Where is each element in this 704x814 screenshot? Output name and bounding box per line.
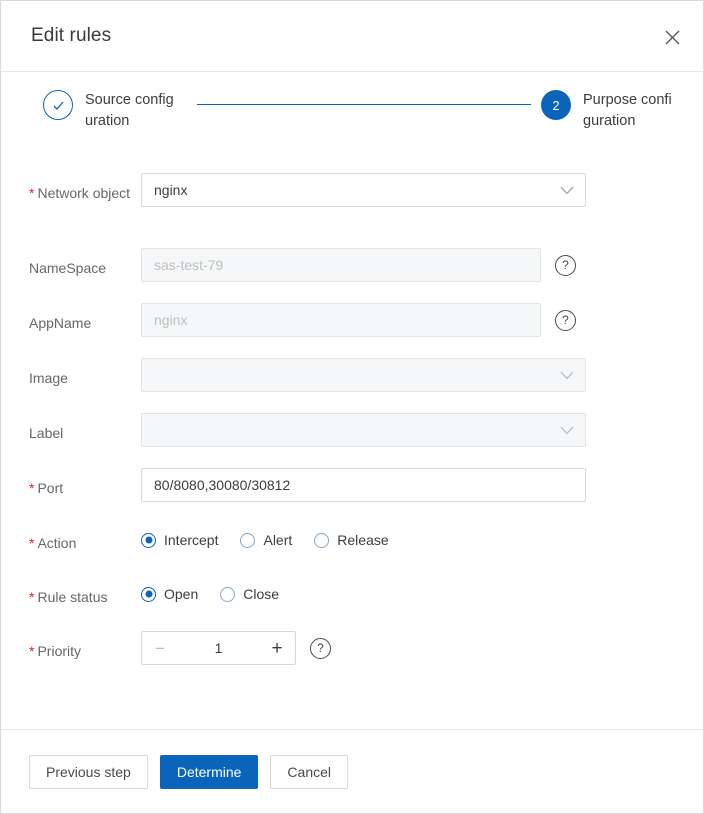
label-image: Image: [29, 370, 68, 386]
label-priority: * Priority: [29, 631, 141, 661]
action-radio-group: Intercept Alert Release: [141, 523, 389, 557]
field-priority: * Priority − 1 + ?: [29, 631, 675, 665]
step-purpose-label: Purpose configuration: [583, 92, 672, 129]
chevron-down-icon: [560, 367, 574, 383]
field-image: Image: [29, 358, 675, 392]
field-port: * Port 80/8080,30080/30812: [29, 468, 675, 502]
namespace-input[interactable]: sas-test-79: [141, 248, 541, 282]
help-icon-namespace[interactable]: ?: [555, 254, 576, 276]
radio-rule-status-close[interactable]: Close: [220, 586, 279, 602]
step-source-label: Source configuration: [85, 92, 174, 129]
label-priority-text: Priority: [37, 643, 82, 659]
radio-rule-status-close-label: Close: [243, 586, 280, 602]
dialog-footer: Previous step Determine Cancel: [1, 729, 703, 813]
purpose-configuration-form: * Network object nginx NameSpace sas-test…: [1, 167, 703, 729]
field-appname: AppName nginx ?: [29, 303, 675, 337]
field-action: * Action Intercept Alert Release: [29, 523, 675, 557]
port-input[interactable]: 80/8080,30080/30812: [141, 468, 586, 502]
radio-dot-icon: [314, 532, 330, 548]
radio-action-alert-label: Alert: [263, 532, 293, 548]
required-asterisk: *: [29, 185, 35, 201]
field-label: Label: [29, 413, 675, 447]
radio-action-release-label: Release: [337, 532, 389, 548]
label-action: * Action: [29, 523, 141, 553]
step-source-configuration[interactable]: Source configuration: [43, 90, 180, 132]
priority-decrement-button[interactable]: −: [142, 640, 178, 657]
label-select[interactable]: [141, 413, 586, 447]
priority-increment-button[interactable]: +: [259, 639, 295, 658]
radio-rule-status-open-label: Open: [164, 586, 199, 602]
port-value: 80/8080,30080/30812: [154, 477, 291, 493]
close-icon[interactable]: [659, 24, 685, 50]
help-icon-priority[interactable]: ?: [310, 637, 331, 659]
page-title: Edit rules: [31, 25, 112, 46]
help-icon-appname[interactable]: ?: [555, 309, 576, 331]
radio-action-release[interactable]: Release: [314, 532, 389, 548]
rule-status-radio-group: Open Close: [141, 577, 279, 611]
edit-rules-dialog: Edit rules Source configuration 2 Purpos…: [0, 0, 704, 814]
required-asterisk: *: [29, 480, 35, 496]
priority-value[interactable]: 1: [178, 640, 259, 656]
step-number-badge: 2: [541, 90, 571, 120]
radio-dot-icon: [220, 586, 236, 602]
dialog-header: Edit rules: [1, 1, 703, 72]
label-appname: AppName: [29, 315, 92, 331]
priority-stepper[interactable]: − 1 +: [141, 631, 296, 665]
radio-dot-icon: [141, 586, 156, 602]
field-namespace: NameSpace sas-test-79 ?: [29, 248, 675, 282]
chevron-down-icon: [560, 182, 574, 198]
chevron-down-icon: [560, 422, 574, 438]
radio-action-alert[interactable]: Alert: [240, 532, 292, 548]
required-asterisk: *: [29, 589, 35, 605]
field-network-object: * Network object nginx: [29, 173, 675, 207]
network-object-select[interactable]: nginx: [141, 173, 586, 207]
label-port-text: Port: [37, 480, 64, 496]
appname-placeholder: nginx: [154, 312, 188, 328]
step-done-check-icon: [43, 90, 73, 120]
label-action-text: Action: [37, 535, 77, 551]
label-namespace: NameSpace: [29, 260, 107, 276]
cancel-button[interactable]: Cancel: [270, 754, 349, 789]
radio-dot-icon: [240, 532, 256, 548]
wizard-stepper: Source configuration 2 Purpose configura…: [1, 72, 703, 167]
radio-action-intercept[interactable]: Intercept: [141, 532, 218, 548]
radio-action-intercept-label: Intercept: [164, 532, 219, 548]
step-purpose-configuration[interactable]: 2 Purpose configuration: [541, 90, 678, 132]
image-select[interactable]: [141, 358, 586, 392]
label-network-object: * Network object: [29, 173, 141, 203]
network-object-value: nginx: [154, 182, 188, 198]
label-port: * Port: [29, 468, 141, 498]
stepper-connector-line: [197, 104, 531, 105]
radio-rule-status-open[interactable]: Open: [141, 586, 198, 602]
determine-button[interactable]: Determine: [159, 754, 259, 789]
namespace-placeholder: sas-test-79: [154, 257, 224, 273]
required-asterisk: *: [29, 535, 35, 551]
radio-dot-icon: [141, 532, 156, 548]
required-asterisk: *: [29, 643, 35, 659]
label-rule-status-text: Rule status: [37, 589, 108, 605]
appname-input[interactable]: nginx: [141, 303, 541, 337]
field-rule-status: * Rule status Open Close: [29, 577, 675, 611]
label-network-object-text: Network object: [37, 185, 131, 201]
label-label: Label: [29, 425, 64, 441]
label-rule-status: * Rule status: [29, 577, 141, 607]
previous-step-button[interactable]: Previous step: [29, 754, 148, 789]
